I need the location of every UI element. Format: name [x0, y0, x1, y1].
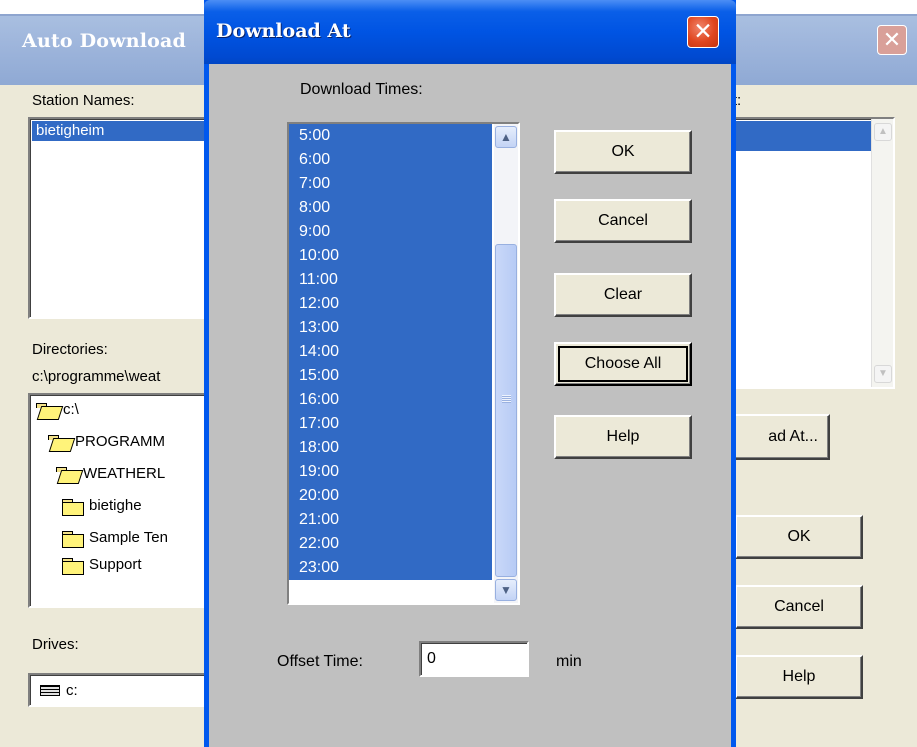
tree-item-bietighe[interactable]: bietighe: [62, 497, 142, 516]
time-list-item[interactable]: 17:00: [289, 412, 492, 436]
time-list-item[interactable]: 16:00: [289, 388, 492, 412]
auto-download-cancel-button[interactable]: Cancel: [735, 585, 863, 629]
time-list-item[interactable]: 8:00: [289, 196, 492, 220]
scrollbar-thumb[interactable]: [495, 244, 517, 577]
download-at-title: Download At: [216, 20, 351, 42]
scroll-up-icon[interactable]: ▲: [495, 126, 517, 148]
time-list-item[interactable]: 14:00: [289, 340, 492, 364]
auto-download-title: Auto Download: [22, 30, 187, 52]
right-list[interactable]: ▲ ▼: [720, 117, 895, 389]
offset-time-label: Offset Time:: [277, 653, 363, 670]
tree-item-sample-templates[interactable]: Sample Ten: [62, 529, 168, 548]
ok-button[interactable]: OK: [554, 130, 692, 174]
time-list-item[interactable]: 5:00: [289, 124, 492, 148]
folder-icon: [62, 530, 84, 548]
time-list-item[interactable]: 23:00: [289, 556, 492, 580]
folder-icon: [62, 557, 84, 575]
time-list-item[interactable]: 21:00: [289, 508, 492, 532]
tree-item-label: Support: [89, 556, 142, 573]
station-names-label: Station Names:: [32, 92, 135, 109]
drives-label: Drives:: [32, 636, 79, 653]
grip-icon: [502, 395, 511, 403]
offset-time-input[interactable]: [419, 641, 529, 677]
folder-open-icon: [36, 402, 58, 418]
time-list-item[interactable]: 9:00: [289, 220, 492, 244]
time-list-item[interactable]: 6:00: [289, 148, 492, 172]
close-icon[interactable]: ✕: [687, 16, 719, 48]
tree-item-support[interactable]: Support: [62, 556, 142, 575]
time-list-item[interactable]: 15:00: [289, 364, 492, 388]
download-times-label: Download Times:: [300, 81, 423, 98]
tree-item-label: c:\: [63, 401, 79, 418]
download-times-list[interactable]: 5:00 6:00 7:00 8:00 9:00 10:00 11:00 12:00 13:00…: [287, 122, 520, 605]
scroll-up-icon[interactable]: ▲: [874, 123, 892, 141]
station-list-item[interactable]: bietigheim: [32, 121, 216, 141]
tree-item-label: PROGRAMM: [75, 433, 165, 450]
download-times-scrollbar[interactable]: ▲ ▼: [494, 124, 518, 603]
folder-icon: [62, 498, 84, 516]
directories-label: Directories:: [32, 341, 108, 358]
time-list-item[interactable]: 20:00: [289, 484, 492, 508]
directory-tree[interactable]: c:\ PROGRAMM WEATHERL bietighe Sample Te…: [28, 393, 218, 608]
list-empty-space: [289, 580, 492, 592]
time-list-item[interactable]: 22:00: [289, 532, 492, 556]
clear-button[interactable]: Clear: [554, 273, 692, 317]
tree-item-weatherlink[interactable]: WEATHERL: [56, 465, 165, 482]
help-button[interactable]: Help: [554, 415, 692, 459]
auto-download-help-button[interactable]: Help: [735, 655, 863, 699]
time-list-item[interactable]: 13:00: [289, 316, 492, 340]
choose-all-button[interactable]: Choose All: [554, 342, 692, 386]
tree-item-programme[interactable]: PROGRAMM: [48, 433, 165, 450]
auto-download-close-icon[interactable]: ✕: [877, 25, 907, 55]
drives-select[interactable]: c:: [28, 673, 218, 707]
offset-unit-label: min: [556, 653, 582, 670]
tree-item-label: Sample Ten: [89, 529, 168, 546]
right-list-scrollbar[interactable]: ▲ ▼: [871, 119, 893, 387]
tree-item-label: WEATHERL: [83, 465, 166, 482]
scroll-down-icon[interactable]: ▼: [495, 579, 517, 601]
right-list-item[interactable]: [724, 121, 873, 151]
time-list-item[interactable]: 12:00: [289, 292, 492, 316]
folder-open-icon: [56, 466, 78, 482]
time-list-item[interactable]: 18:00: [289, 436, 492, 460]
time-list-item[interactable]: 10:00: [289, 244, 492, 268]
tree-item-c-drive[interactable]: c:\: [36, 401, 79, 418]
cancel-button[interactable]: Cancel: [554, 199, 692, 243]
time-list-item[interactable]: 11:00: [289, 268, 492, 292]
drive-value: c:: [66, 681, 78, 699]
hard-drive-icon: [40, 684, 60, 696]
time-list-item[interactable]: 7:00: [289, 172, 492, 196]
folder-open-icon: [48, 434, 70, 450]
tree-item-label: bietighe: [89, 497, 142, 514]
scroll-down-icon[interactable]: ▼: [874, 365, 892, 383]
time-list-item[interactable]: 19:00: [289, 460, 492, 484]
station-names-list[interactable]: bietigheim: [28, 117, 218, 319]
download-times-items: 5:00 6:00 7:00 8:00 9:00 10:00 11:00 12:00 13:00…: [289, 124, 492, 592]
directory-path: c:\programme\weat: [32, 368, 161, 385]
auto-download-ok-button[interactable]: OK: [735, 515, 863, 559]
